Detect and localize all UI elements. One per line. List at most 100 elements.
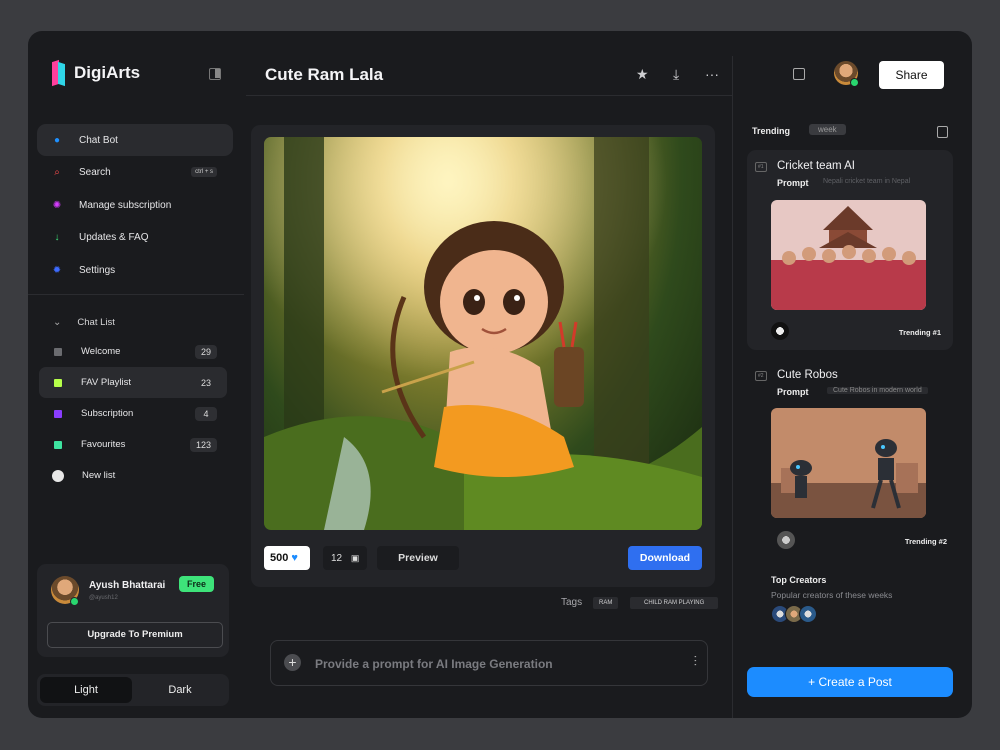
theme-toggle: Light Dark [37,674,229,706]
menu-item-search[interactable]: ⌕ Search ctrl + s [37,157,233,189]
settings-sliders-icon[interactable]: ⫶ [694,653,698,670]
app-window: DigiArts ● Chat Bot ⌕ Search ctrl + s ✺ … [28,31,972,718]
list-item-fav-playlist[interactable]: FAV Playlist 23 [39,367,227,398]
creator-avatar[interactable] [777,531,795,549]
trending-badge: Trending #1 [898,328,941,337]
folder-color-icon [54,378,62,387]
list-item-subscription[interactable]: Subscription 4 [39,398,227,429]
user-handle: @ayush12 [89,595,118,601]
star-icon[interactable]: ★ [636,66,649,83]
search-shortcut: ctrl + s [191,166,217,177]
generated-image-art [264,137,702,530]
tags-label: Tags [561,597,583,608]
tag-chip[interactable]: RAM [593,597,619,609]
menu-item-updates-faq[interactable]: ↓ Updates & FAQ [37,222,233,254]
more-icon[interactable]: ··· [705,66,719,82]
cricket-team-image [771,200,926,310]
list-item-welcome[interactable]: Welcome 29 [39,336,227,367]
menu-item-settings[interactable]: ✹ Settings [37,254,233,286]
list-item-count: 4 [195,407,217,421]
download-icon[interactable]: ⤓ [673,66,679,83]
creator-avatar[interactable] [771,322,789,340]
menu-item-label: Search [79,167,111,178]
trending-image[interactable] [771,200,926,310]
comment-icon: ▣ [350,553,360,563]
theme-light-option[interactable]: Light [40,677,132,703]
brand[interactable]: DigiArts [52,61,140,85]
chevron-down-icon: ⌄ [53,316,62,328]
trending-number: #1 [755,162,767,172]
comment-count: 12 [331,553,343,564]
share-button[interactable]: Share [879,61,944,89]
download-button[interactable]: Download [628,546,702,570]
period-selector[interactable]: week [809,124,846,135]
list-item-label: New list [82,470,116,481]
top-creators-subtitle: Popular creators of these weeks [771,590,893,600]
prompt-input[interactable] [313,653,657,675]
like-button[interactable]: 500 ♥ [264,546,310,570]
prompt-bar: + ⫶ [270,640,708,686]
chat-bot-icon: ● [53,134,61,146]
creator-avatar[interactable] [799,605,817,623]
theme-dark-option[interactable]: Dark [134,677,226,703]
panel-divider [732,56,733,718]
robots-image [771,408,926,518]
prompt-label: Prompt [777,387,809,397]
upgrade-button[interactable]: Upgrade To Premium [47,622,223,648]
menu-item-label: Settings [79,264,116,276]
new-list-icon [52,469,64,482]
plan-badge: Free [179,576,215,592]
user-card: Ayush Bhattarai @ayush12 Free Upgrade To… [37,564,229,657]
list-item-label: Welcome [81,346,121,357]
generated-image[interactable] [264,137,702,530]
sidebar: DigiArts ● Chat Bot ⌕ Search ctrl + s ✺ … [28,31,244,718]
folder-color-icon [54,409,62,418]
create-post-button[interactable]: + Create a Post [747,667,953,697]
brand-name: DigiArts [74,63,141,82]
main-menu: ● Chat Bot ⌕ Search ctrl + s ✺ Manage su… [37,124,233,287]
trending-title: Trending [752,126,790,136]
gear-icon: ✹ [52,264,62,276]
folder-color-icon [54,347,62,356]
comment-button[interactable]: 12 ▣ [323,546,367,570]
arrow-down-icon: ↓ [54,232,60,243]
list-item-count: 23 [200,378,211,388]
trending-badge: Trending #2 [904,537,947,546]
image-card: 500 ♥ 12 ▣ Preview Download [251,125,715,587]
header-divider [246,95,732,96]
chat-list-header[interactable]: ⌄ Chat List [39,308,227,336]
menu-item-chat-bot[interactable]: ● Chat Bot [37,124,233,156]
sidebar-collapse-icon[interactable] [209,68,221,80]
search-icon: ⌕ [54,167,60,178]
list-item-new-list[interactable]: New list [39,460,227,491]
list-item-label: Subscription [81,408,134,419]
top-creators-title: Top Creators [771,575,827,585]
user-name: Ayush Bhattarai [89,580,166,591]
trending-card[interactable]: #1 Cricket team AI Prompt Nepali cricket… [747,150,953,350]
prompt-text: Cute Robos in modern world [827,387,928,394]
bookmark-icon[interactable] [937,126,948,138]
list-item-label: Favourites [81,439,126,450]
menu-item-label: Manage subscription [79,199,172,211]
window-icon[interactable] [793,68,805,80]
heart-icon: ♥ [291,552,298,564]
preview-button[interactable]: Preview [377,546,459,570]
page-title: Cute Ram Lala [265,65,384,84]
chat-list-title: Chat List [77,316,115,328]
trending-card[interactable]: #2 Cute Robos Prompt Cute Robos in moder… [747,359,953,559]
trending-title-text: Cute Robos [777,369,838,381]
list-item-label: FAV Playlist [81,377,131,388]
tag-chip[interactable]: CHILD RAM PLAYING [630,597,719,609]
add-icon[interactable]: + [284,654,301,671]
menu-item-label: Chat Bot [79,134,118,146]
digiarts-logo-icon [52,61,66,85]
subscription-icon: ✺ [52,199,62,211]
menu-item-label: Updates & FAQ [79,232,149,243]
list-item-favourites[interactable]: Favourites 123 [39,429,227,460]
like-count: 500 [270,552,289,564]
menu-item-manage-subscription[interactable]: ✺ Manage subscription [37,189,233,221]
online-status-icon [850,78,859,87]
list-item-count: 29 [194,345,217,359]
prompt-label: Prompt [777,178,809,188]
trending-image[interactable] [771,408,926,518]
